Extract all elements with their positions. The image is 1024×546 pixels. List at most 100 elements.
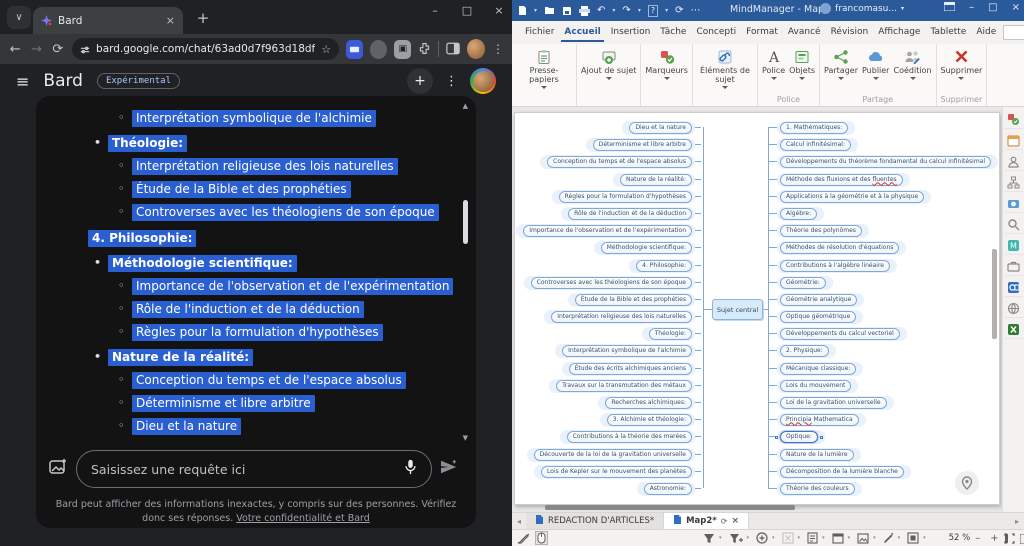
new-chat-button[interactable]: +	[407, 68, 433, 94]
forward-icon[interactable]: →	[29, 42, 43, 57]
menu-tab-tablette[interactable]: Tablette	[927, 24, 969, 42]
map-topic[interactable]: Nature de la réalité:	[620, 174, 692, 186]
map-topic[interactable]: Développements du calcul vectoriel	[780, 328, 900, 340]
map-canvas[interactable]: Sujet central Dieu et la natureDétermini…	[512, 107, 1002, 512]
map-topic[interactable]: Découverte de la loi de la gravitation u…	[534, 449, 692, 461]
bard-avatar[interactable]	[470, 68, 496, 94]
map-topic[interactable]: Méthodes de résolution d'équations	[780, 242, 899, 254]
bard-menu-icon[interactable]: ⋮	[445, 74, 458, 89]
canvas-vertical-scrollbar[interactable]	[992, 249, 997, 339]
map-topic[interactable]: Théorie des polynômes	[780, 225, 862, 237]
ribbon-button-share[interactable]: Partager	[822, 46, 860, 94]
undo-icon[interactable]: ↶	[597, 6, 605, 16]
outlook-icon[interactable]	[1005, 279, 1023, 297]
mm-minimize-button[interactable]: –	[969, 2, 974, 14]
map-topic[interactable]: 4. Philosophie:	[636, 260, 692, 272]
extensions-puzzle-icon[interactable]	[418, 40, 431, 59]
map-topic[interactable]: 1. Mathématiques:	[780, 122, 848, 134]
resources-icon[interactable]	[1005, 153, 1023, 171]
quick-filter-icon[interactable]	[756, 532, 768, 544]
extension-icon-1[interactable]	[346, 40, 363, 59]
address-bar[interactable]: bard.google.com/chat/63ad0d7f963d18df ☆	[72, 38, 339, 60]
location-pin-icon[interactable]	[955, 471, 979, 495]
save-icon[interactable]	[562, 6, 572, 16]
chat-scrollbar[interactable]	[463, 200, 468, 244]
map-topic[interactable]: Applications à la géométrie et à la phys…	[780, 191, 924, 203]
map-topic[interactable]: Déterminisme et libre arbitre	[593, 139, 692, 151]
print-icon[interactable]	[579, 6, 590, 16]
menu-tab-affichage[interactable]: Affichage	[875, 24, 923, 42]
privacy-link[interactable]: Votre confidentialité et Bard	[236, 513, 370, 524]
redo-icon[interactable]: ↷	[622, 6, 630, 16]
menu-tab-tache[interactable]: Tâche	[657, 24, 689, 42]
tab-sync-icon[interactable]: ⟳	[721, 517, 728, 526]
view-layout-icon[interactable]	[1020, 529, 1024, 546]
map-topic[interactable]: Astronomie:	[644, 483, 692, 495]
canvas-horizontal-scrollbar[interactable]	[545, 505, 795, 510]
new-document-icon[interactable]	[518, 5, 527, 16]
tab-search-button[interactable]: ∨	[7, 6, 31, 29]
filter-icon[interactable]	[703, 533, 715, 544]
map-topic[interactable]: 3. Alchimie et théologie:	[607, 414, 692, 426]
ribbon-button-topic-elements[interactable]: Éléments de sujet	[695, 46, 755, 94]
map-topic[interactable]: Interprétation symbolique de l'alchimie	[562, 345, 692, 357]
tab-close-icon[interactable]: ×	[731, 516, 739, 526]
map-topic[interactable]: Méthodologie scientifique:	[601, 242, 692, 254]
menu-tab-avance[interactable]: Avancé	[785, 24, 824, 42]
map-topic[interactable]: Lois de Kepler sur le mouvement des plan…	[541, 466, 692, 478]
back-icon[interactable]: ←	[8, 42, 22, 57]
map-topic[interactable]: Nature de la lumière	[780, 449, 854, 461]
map-topic[interactable]: Importance de l'observation et de l'expé…	[523, 225, 692, 237]
topic-markers-icon[interactable]	[1005, 111, 1023, 129]
site-settings-icon[interactable]	[80, 40, 90, 59]
map-topic[interactable]: Mécanique classique:	[780, 363, 856, 375]
browser-minimize-button[interactable]: –	[428, 4, 442, 17]
format-painter-icon[interactable]	[883, 532, 894, 544]
map-topic[interactable]: Lois du mouvement	[780, 380, 851, 392]
map-topic[interactable]: Étude de la Bible et des prophéties	[575, 294, 692, 306]
map-topic[interactable]: Développements du théorème fondamental d…	[780, 156, 991, 168]
doctab-scroll-right-icon[interactable]: ▸	[1010, 513, 1024, 529]
mouse-mode-icon[interactable]	[535, 531, 548, 545]
menu-tab-format[interactable]: Format	[743, 24, 781, 42]
ribbon-button-publish-cloud[interactable]: Publier	[860, 46, 892, 94]
pen-mode-icon[interactable]	[517, 529, 530, 546]
map-topic[interactable]: Travaux sur la transmutation des métaux	[556, 380, 692, 392]
map-topic[interactable]: Géométrie:	[780, 277, 826, 289]
map-topic[interactable]: Loi de la gravitation universelle	[780, 397, 887, 409]
reload-icon[interactable]: ⟳	[51, 42, 65, 57]
open-icon[interactable]	[544, 6, 555, 15]
ribbon-button-delete[interactable]: Supprimer	[939, 46, 985, 94]
map-topic[interactable]: Théologie:	[649, 328, 692, 340]
hierarchy-icon[interactable]	[1005, 174, 1023, 192]
map-topic[interactable]: Optique:	[780, 431, 818, 443]
extension-icon-3[interactable]: ▣	[394, 40, 411, 59]
browser-tab-bard[interactable]: Bard ×	[33, 7, 183, 34]
map-topic[interactable]: Recherches alchimiques:	[605, 397, 692, 409]
ribbon-button-clipboard[interactable]: Presse-papiers	[514, 46, 574, 94]
ribbon-search-input[interactable]	[1003, 25, 1024, 40]
calendar-icon[interactable]	[1005, 132, 1023, 150]
excel-icon[interactable]	[1005, 321, 1023, 339]
menu-tab-aide[interactable]: Aide	[973, 24, 999, 42]
map-topic[interactable]: Contributions à la théorie des marées	[567, 431, 692, 443]
more-icon[interactable]: ⋯	[690, 6, 700, 16]
browser-menu-icon[interactable]: ⋮	[492, 42, 504, 56]
snapshot-icon[interactable]	[1005, 195, 1023, 213]
menu-tab-revision[interactable]: Révision	[828, 24, 872, 42]
schedule-icon[interactable]	[832, 532, 844, 544]
map-topic[interactable]: Interprétation religieuse des lois natur…	[551, 311, 692, 323]
doc-tab[interactable]: REDACTION D'ARTICLES*	[526, 513, 664, 529]
ribbon-button-font[interactable]: APolice	[760, 46, 787, 94]
new-tab-button[interactable]: +	[192, 9, 214, 27]
sync-icon[interactable]: ⟳	[675, 6, 683, 16]
zoom-in-button[interactable]: +	[990, 533, 998, 544]
map-topic[interactable]: Méthode des fluxions et des fluentes	[780, 174, 903, 186]
map-topic[interactable]: Conception du temps et de l'espace absol…	[547, 156, 692, 168]
ribbon-button-add-topic[interactable]: Ajout de sujet	[579, 46, 638, 94]
map-topic[interactable]: Algèbre:	[780, 208, 817, 220]
map-topic[interactable]: Principia Mathematica	[780, 414, 859, 426]
map-topic[interactable]: Controverses avec les théologiens de son…	[531, 277, 692, 289]
web-icon[interactable]	[1005, 300, 1023, 318]
library-icon[interactable]	[1005, 258, 1023, 276]
